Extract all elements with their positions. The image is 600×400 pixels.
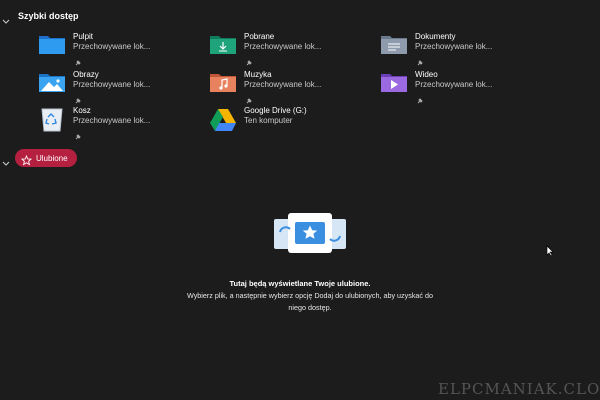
- favorites-chevron-icon[interactable]: [2, 154, 10, 166]
- pictures-folder-icon: [38, 70, 66, 98]
- tile-name: Muzyka: [244, 70, 272, 79]
- pin-icon: [74, 128, 82, 140]
- quick-access-item-music[interactable]: Muzyka Przechowywane lok...: [209, 70, 379, 106]
- pin-icon: [416, 92, 424, 104]
- tile-name: Google Drive (G:): [244, 106, 307, 115]
- tile-name: Dokumenty: [415, 32, 456, 41]
- watermark-text: ELPCMANIAK.CLOU: [438, 380, 600, 398]
- pin-icon: [416, 54, 424, 66]
- tile-name: Pulpit: [73, 32, 94, 41]
- quick-access-item-videos[interactable]: Wideo Przechowywane lok...: [380, 70, 550, 106]
- music-folder-icon: [209, 70, 237, 98]
- mouse-cursor-icon: [546, 244, 554, 257]
- tile-subtitle: Przechowywane lok...: [73, 80, 151, 89]
- quick-access-item-pictures[interactable]: Obrazy Przechowywane lok...: [38, 70, 208, 106]
- tile-subtitle: Przechowywane lok...: [244, 42, 322, 51]
- recycle-bin-icon: [38, 106, 66, 134]
- quick-access-item-downloads[interactable]: Pobrane Przechowywane lok...: [209, 32, 379, 68]
- quick-access-item-google-drive[interactable]: Google Drive (G:) Ten komputer: [209, 106, 379, 142]
- tile-name: Kosz: [73, 106, 91, 115]
- pin-icon: [245, 54, 253, 66]
- tile-subtitle: Przechowywane lok...: [415, 80, 493, 89]
- tile-subtitle: Przechowywane lok...: [244, 80, 322, 89]
- tile-subtitle: Przechowywane lok...: [415, 42, 493, 51]
- favorites-empty-illustration: [272, 210, 348, 256]
- tile-subtitle: Przechowywane lok...: [73, 116, 151, 125]
- desktop-folder-icon: [38, 32, 66, 60]
- tile-name: Obrazy: [73, 70, 99, 79]
- quick-access-item-desktop[interactable]: Pulpit Przechowywane lok...: [38, 32, 208, 68]
- tile-name: Wideo: [415, 70, 438, 79]
- tile-name: Pobrane: [244, 32, 275, 41]
- pin-icon: [74, 92, 82, 104]
- quick-access-item-recycle-bin[interactable]: Kosz Przechowywane lok...: [38, 106, 208, 142]
- videos-folder-icon: [380, 70, 408, 98]
- quick-access-item-documents[interactable]: Dokumenty Przechowywane lok...: [380, 32, 550, 68]
- quick-access-chevron-icon[interactable]: [2, 12, 10, 24]
- favorites-label: Ulubione: [36, 153, 68, 163]
- star-icon: [20, 153, 33, 166]
- pin-icon: [245, 92, 253, 104]
- favorites-empty-title: Tutaj będą wyświetlane Twoje ulubione.: [229, 279, 371, 288]
- favorites-empty-description: Wybierz plik, a następnie wybierz opcję …: [186, 291, 434, 312]
- pin-icon: [74, 54, 82, 66]
- favorites-button[interactable]: Ulubione: [15, 149, 77, 167]
- quick-access-title[interactable]: Szybki dostęp: [18, 11, 79, 21]
- google-drive-icon: [209, 106, 237, 134]
- tile-subtitle: Ten komputer: [244, 116, 293, 125]
- downloads-folder-icon: [209, 32, 237, 60]
- tile-subtitle: Przechowywane lok...: [73, 42, 151, 51]
- documents-folder-icon: [380, 32, 408, 60]
